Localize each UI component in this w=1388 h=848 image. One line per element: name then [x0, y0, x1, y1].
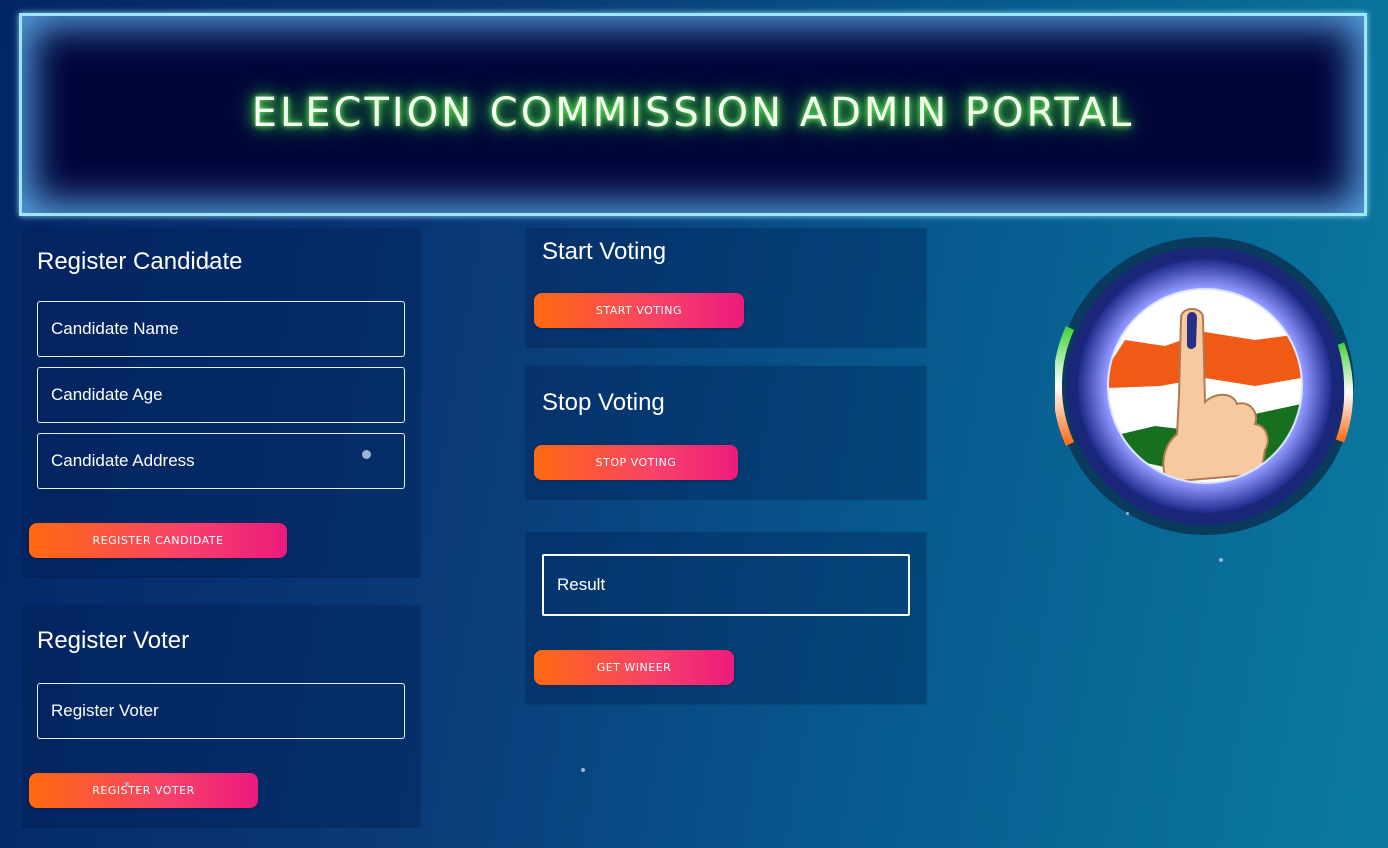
stop-voting-title: Stop Voting	[542, 389, 665, 416]
register-voter-button[interactable]: REGISTER VOTER	[29, 773, 258, 808]
register-voter-card: Register Voter REGISTER VOTER	[23, 605, 420, 826]
header-banner: ELECTION COMMISSION ADMIN PORTAL	[19, 13, 1367, 216]
voting-finger-flag-icon	[1052, 236, 1355, 536]
decorative-dot	[1126, 512, 1129, 515]
result-input[interactable]	[542, 554, 910, 616]
decorative-dot	[125, 782, 129, 786]
stop-voting-card: Stop Voting STOP VOTING	[526, 366, 926, 498]
register-candidate-title: Register Candidate	[37, 248, 243, 275]
start-voting-card: Start Voting START VOTING	[526, 228, 926, 346]
candidate-address-input[interactable]	[37, 433, 405, 489]
register-candidate-button[interactable]: REGISTER CANDIDATE	[29, 523, 287, 558]
stop-voting-button[interactable]: STOP VOTING	[534, 445, 738, 480]
decorative-dot	[1219, 558, 1223, 562]
get-winner-button[interactable]: GET WINEER	[534, 650, 734, 685]
candidate-name-input[interactable]	[37, 301, 405, 357]
decorative-dot	[207, 265, 210, 268]
start-voting-title: Start Voting	[542, 238, 667, 265]
candidate-age-input[interactable]	[37, 367, 405, 423]
result-card: GET WINEER	[526, 532, 926, 703]
register-candidate-card: Register Candidate REGISTER CANDIDATE	[23, 228, 420, 576]
decorative-dot	[362, 450, 371, 459]
voter-address-input[interactable]	[37, 683, 405, 739]
page-title: ELECTION COMMISSION ADMIN PORTAL	[251, 90, 1135, 136]
start-voting-button[interactable]: START VOTING	[534, 293, 744, 328]
register-voter-title: Register Voter	[37, 627, 190, 654]
decorative-dot	[581, 768, 585, 772]
